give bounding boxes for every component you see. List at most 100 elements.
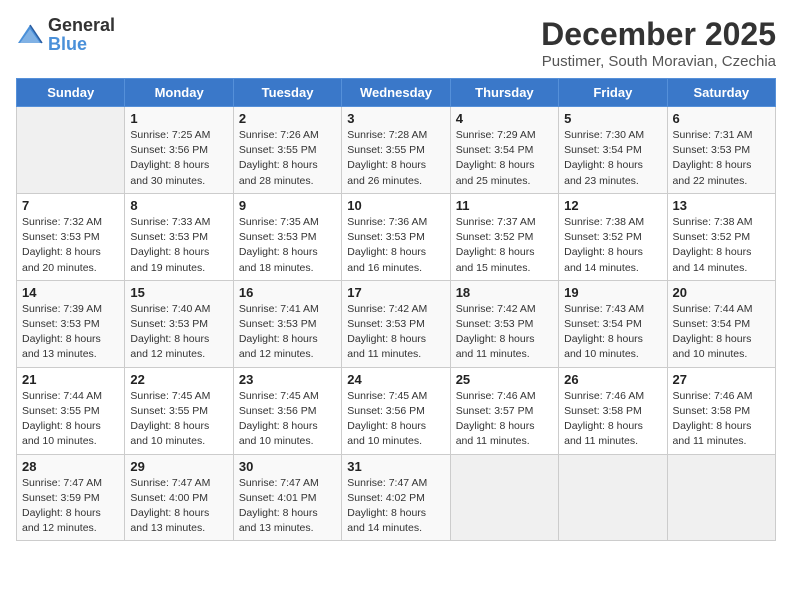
calendar-cell: 28Sunrise: 7:47 AM Sunset: 3:59 PM Dayli… [17, 454, 125, 541]
calendar-cell: 26 Sunrise: 7:46 AM Sunset: 3:58 PM Dayli… [559, 367, 667, 454]
day-info: Sunrise: 7:45 AM Sunset: 3:55 PM Dayligh… [130, 389, 227, 450]
day-info: Sunrise: 7:42 AM Sunset: 3:53 PM Dayligh… [347, 302, 444, 363]
day-info: Sunrise: 7:43 AM Sunset: 3:54 PM Dayligh… [564, 302, 661, 363]
day-number: 17 [347, 285, 444, 300]
logo-icon [16, 21, 44, 49]
calendar-cell: 8 Sunrise: 7:33 AM Sunset: 3:53 PM Daylig… [125, 193, 233, 280]
calendar-cell: 12 Sunrise: 7:38 AM Sunset: 3:52 PM Dayli… [559, 193, 667, 280]
calendar-cell: 31Sunrise: 7:47 AM Sunset: 4:02 PM Dayli… [342, 454, 450, 541]
day-number: 1 [130, 111, 227, 126]
day-number: 9 [239, 198, 336, 213]
calendar-cell: 24 Sunrise: 7:45 AM Sunset: 3:56 PM Dayli… [342, 367, 450, 454]
calendar-week-row: 21Sunrise: 7:44 AM Sunset: 3:55 PM Dayli… [17, 367, 776, 454]
day-number: 15 [130, 285, 227, 300]
day-number: 14 [22, 285, 119, 300]
day-info: Sunrise: 7:25 AM Sunset: 3:56 PM Dayligh… [130, 128, 227, 189]
day-number: 19 [564, 285, 661, 300]
day-info: Sunrise: 7:37 AM Sunset: 3:52 PM Dayligh… [456, 215, 553, 276]
day-info: Sunrise: 7:47 AM Sunset: 4:00 PM Dayligh… [130, 476, 227, 537]
day-info: Sunrise: 7:33 AM Sunset: 3:53 PM Dayligh… [130, 215, 227, 276]
day-number: 16 [239, 285, 336, 300]
calendar-week-row: 14 Sunrise: 7:39 AM Sunset: 3:53 PM Dayli… [17, 280, 776, 367]
calendar-cell [17, 107, 125, 194]
logo: General Blue [16, 16, 115, 54]
day-header-wednesday: Wednesday [342, 79, 450, 107]
calendar-cell: 17 Sunrise: 7:42 AM Sunset: 3:53 PM Dayli… [342, 280, 450, 367]
day-number: 2 [239, 111, 336, 126]
calendar-week-row: 1 Sunrise: 7:25 AM Sunset: 3:56 PM Daylig… [17, 107, 776, 194]
day-info: Sunrise: 7:29 AM Sunset: 3:54 PM Dayligh… [456, 128, 553, 189]
day-info: Sunrise: 7:32 AM Sunset: 3:53 PM Dayligh… [22, 215, 119, 276]
day-number: 25 [456, 372, 553, 387]
calendar-cell: 16 Sunrise: 7:41 AM Sunset: 3:53 PM Dayli… [233, 280, 341, 367]
day-number: 20 [673, 285, 770, 300]
day-number: 13 [673, 198, 770, 213]
day-header-thursday: Thursday [450, 79, 558, 107]
calendar-cell [667, 454, 775, 541]
day-info: Sunrise: 7:26 AM Sunset: 3:55 PM Dayligh… [239, 128, 336, 189]
day-info: Sunrise: 7:47 AM Sunset: 4:02 PM Dayligh… [347, 476, 444, 537]
month-year: December 2025 [541, 16, 776, 53]
calendar-cell: 18Sunrise: 7:42 AM Sunset: 3:53 PM Dayli… [450, 280, 558, 367]
day-info: Sunrise: 7:30 AM Sunset: 3:54 PM Dayligh… [564, 128, 661, 189]
day-info: Sunrise: 7:39 AM Sunset: 3:53 PM Dayligh… [22, 302, 119, 363]
day-header-friday: Friday [559, 79, 667, 107]
calendar-cell: 20 Sunrise: 7:44 AM Sunset: 3:54 PM Dayli… [667, 280, 775, 367]
calendar-cell: 2 Sunrise: 7:26 AM Sunset: 3:55 PM Daylig… [233, 107, 341, 194]
day-info: Sunrise: 7:44 AM Sunset: 3:54 PM Dayligh… [673, 302, 770, 363]
calendar-cell: 7 Sunrise: 7:32 AM Sunset: 3:53 PM Daylig… [17, 193, 125, 280]
location: Pustimer, South Moravian, Czechia [541, 53, 776, 70]
day-number: 12 [564, 198, 661, 213]
calendar-cell: 10 Sunrise: 7:36 AM Sunset: 3:53 PM Dayli… [342, 193, 450, 280]
calendar-cell: 15 Sunrise: 7:40 AM Sunset: 3:53 PM Dayli… [125, 280, 233, 367]
day-header-tuesday: Tuesday [233, 79, 341, 107]
day-info: Sunrise: 7:45 AM Sunset: 3:56 PM Dayligh… [239, 389, 336, 450]
day-info: Sunrise: 7:46 AM Sunset: 3:58 PM Dayligh… [564, 389, 661, 450]
day-number: 8 [130, 198, 227, 213]
page-header: General Blue December 2025 Pustimer, Sou… [16, 16, 776, 70]
calendar-cell: 13 Sunrise: 7:38 AM Sunset: 3:52 PM Dayli… [667, 193, 775, 280]
day-info: Sunrise: 7:46 AM Sunset: 3:57 PM Dayligh… [456, 389, 553, 450]
day-number: 6 [673, 111, 770, 126]
calendar-cell: 11 Sunrise: 7:37 AM Sunset: 3:52 PM Dayli… [450, 193, 558, 280]
day-number: 10 [347, 198, 444, 213]
day-info: Sunrise: 7:41 AM Sunset: 3:53 PM Dayligh… [239, 302, 336, 363]
calendar-week-row: 28Sunrise: 7:47 AM Sunset: 3:59 PM Dayli… [17, 454, 776, 541]
calendar-cell: 1 Sunrise: 7:25 AM Sunset: 3:56 PM Daylig… [125, 107, 233, 194]
calendar-cell: 3Sunrise: 7:28 AM Sunset: 3:55 PM Daylig… [342, 107, 450, 194]
day-info: Sunrise: 7:38 AM Sunset: 3:52 PM Dayligh… [673, 215, 770, 276]
logo-blue: Blue [48, 34, 87, 54]
day-number: 11 [456, 198, 553, 213]
day-number: 5 [564, 111, 661, 126]
day-number: 26 [564, 372, 661, 387]
day-number: 18 [456, 285, 553, 300]
day-info: Sunrise: 7:45 AM Sunset: 3:56 PM Dayligh… [347, 389, 444, 450]
logo-general: General [48, 15, 115, 35]
calendar-cell: 25 Sunrise: 7:46 AM Sunset: 3:57 PM Dayli… [450, 367, 558, 454]
day-number: 7 [22, 198, 119, 213]
day-number: 4 [456, 111, 553, 126]
calendar-cell [559, 454, 667, 541]
day-info: Sunrise: 7:36 AM Sunset: 3:53 PM Dayligh… [347, 215, 444, 276]
day-number: 29 [130, 459, 227, 474]
day-number: 28 [22, 459, 119, 474]
day-info: Sunrise: 7:28 AM Sunset: 3:55 PM Dayligh… [347, 128, 444, 189]
calendar-cell: 5 Sunrise: 7:30 AM Sunset: 3:54 PM Daylig… [559, 107, 667, 194]
day-header-monday: Monday [125, 79, 233, 107]
calendar-week-row: 7 Sunrise: 7:32 AM Sunset: 3:53 PM Daylig… [17, 193, 776, 280]
calendar-cell: 4 Sunrise: 7:29 AM Sunset: 3:54 PM Daylig… [450, 107, 558, 194]
day-info: Sunrise: 7:35 AM Sunset: 3:53 PM Dayligh… [239, 215, 336, 276]
day-number: 24 [347, 372, 444, 387]
calendar-cell: 27Sunrise: 7:46 AM Sunset: 3:58 PM Dayli… [667, 367, 775, 454]
day-number: 27 [673, 372, 770, 387]
calendar-cell: 14 Sunrise: 7:39 AM Sunset: 3:53 PM Dayli… [17, 280, 125, 367]
day-header-saturday: Saturday [667, 79, 775, 107]
calendar-cell: 30Sunrise: 7:47 AM Sunset: 4:01 PM Dayli… [233, 454, 341, 541]
calendar-cell [450, 454, 558, 541]
day-number: 23 [239, 372, 336, 387]
calendar-table: SundayMondayTuesdayWednesdayThursdayFrid… [16, 78, 776, 541]
day-info: Sunrise: 7:38 AM Sunset: 3:52 PM Dayligh… [564, 215, 661, 276]
calendar-cell: 21Sunrise: 7:44 AM Sunset: 3:55 PM Dayli… [17, 367, 125, 454]
calendar-cell: 29 Sunrise: 7:47 AM Sunset: 4:00 PM Dayli… [125, 454, 233, 541]
day-info: Sunrise: 7:40 AM Sunset: 3:53 PM Dayligh… [130, 302, 227, 363]
